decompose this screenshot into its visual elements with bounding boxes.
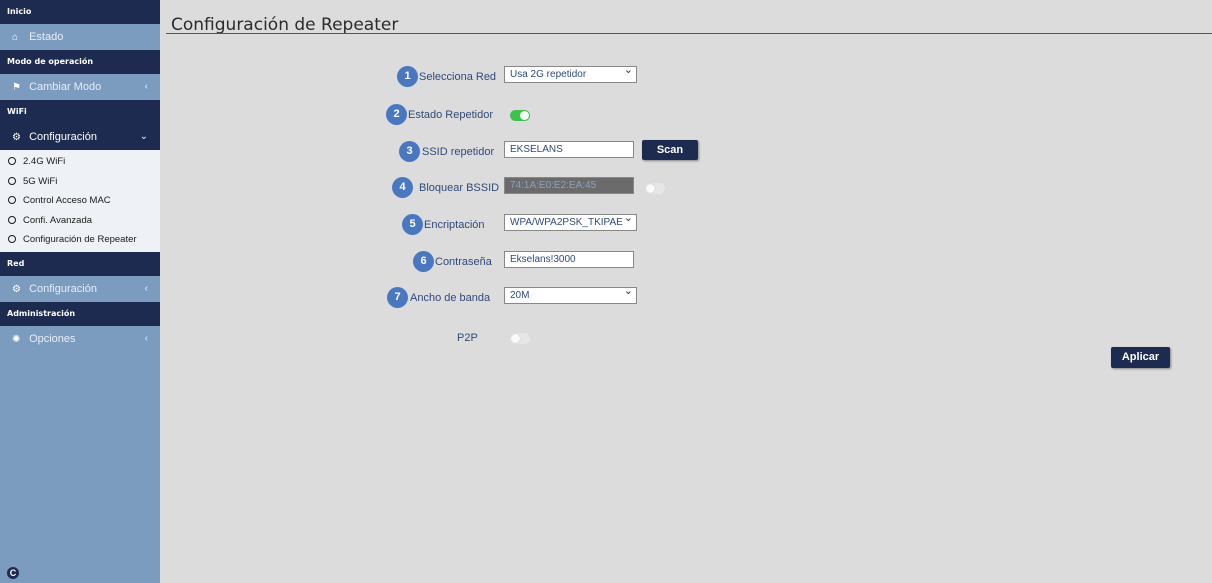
section-header-admin: Administración <box>0 301 160 326</box>
flag-icon: ⚑ <box>12 82 21 93</box>
sidebar-item-red-configuracion[interactable]: ⚙ Configuración ‹ <box>0 276 160 302</box>
submenu-label: Control Acceso MAC <box>23 195 111 206</box>
row-bloquear-bssid: 4 Bloquear BSSID 74:1A:E0:E2:EA:45 <box>160 177 860 201</box>
submenu-item-confi-avanzada[interactable]: Confi. Avanzada <box>0 211 160 231</box>
sidebar-item-label: Configuración <box>29 282 97 295</box>
submenu-item-control-mac[interactable]: Control Acceso MAC <box>0 191 160 211</box>
encriptacion-select[interactable]: WPA/WPA2PSK_TKIPAE <box>504 214 637 231</box>
submenu-label: 5G WiFi <box>23 175 58 187</box>
circle-icon <box>8 157 16 165</box>
network-gear-icon: ⚙ <box>12 283 21 295</box>
row-selecciona-red: 1 Selecciona Red Usa 2G repetidor <box>160 66 860 90</box>
submenu-label: 2.4G WiFi <box>23 156 66 167</box>
ssid-repetidor-input[interactable]: EKSELANS <box>504 141 634 158</box>
step-badge: 1 <box>397 66 418 87</box>
sidebar: Inicio ⌂ Estado Modo de operación ⚑ Camb… <box>0 0 160 583</box>
ancho-de-banda-select[interactable]: 20M <box>504 287 637 304</box>
encriptacion-label: Encriptación <box>424 219 485 231</box>
section-header-wifi: WiFi <box>0 100 160 124</box>
step-badge: 2 <box>386 104 407 125</box>
submenu-item-5g-wifi[interactable]: 5G WiFi <box>0 172 160 192</box>
sidebar-item-cambiar-modo[interactable]: ⚑ Cambiar Modo ‹ <box>0 74 160 100</box>
chevron-down-icon: ⌄ <box>139 131 148 142</box>
home-icon: ⌂ <box>12 32 19 43</box>
wifi-submenu: 2.4G WiFi 5G WiFi Control Acceso MAC Con… <box>0 150 160 252</box>
circle-icon <box>8 235 16 243</box>
step-badge: 6 <box>413 251 434 272</box>
contrasena-input[interactable]: Ekselans!3000 <box>504 251 634 268</box>
bloquear-bssid-input: 74:1A:E0:E2:EA:45 <box>504 177 634 194</box>
sidebar-item-wifi-configuracion[interactable]: ⚙ Configuración ⌄ <box>0 124 160 150</box>
sidebar-item-label: Cambiar Modo <box>29 81 102 93</box>
step-badge: 3 <box>399 141 420 162</box>
title-divider <box>166 33 1212 34</box>
circle-icon <box>8 215 16 224</box>
aplicar-button[interactable]: Aplicar <box>1111 347 1170 368</box>
row-contrasena: 6 Contraseña Ekselans!3000 <box>160 251 860 275</box>
row-ancho-de-banda: 7 Ancho de banda 20M <box>160 287 860 311</box>
chevron-left-icon: ‹ <box>144 332 148 344</box>
step-badge: 4 <box>392 177 413 198</box>
ssid-repetidor-label: SSID repetidor <box>422 146 495 158</box>
ancho-de-banda-label: Ancho de banda <box>410 292 491 304</box>
circle-icon <box>8 196 16 204</box>
submenu-label: Configuración de Repeater <box>23 234 137 245</box>
chevron-left-icon: ‹ <box>144 81 148 92</box>
estado-repetidor-toggle[interactable] <box>510 110 530 121</box>
step-badge: 5 <box>402 214 423 235</box>
scan-button[interactable]: Scan <box>642 140 698 160</box>
submenu-label: Confi. Avanzada <box>23 214 93 226</box>
submenu-item-repeater[interactable]: Configuración de Repeater <box>0 230 160 250</box>
estado-repetidor-label: Estado Repetidor <box>408 109 493 121</box>
gear-icon: ✺ <box>12 333 21 345</box>
chevron-left-icon: ‹ <box>144 282 148 294</box>
section-header-modo: Modo de operación <box>0 50 160 74</box>
submenu-item-24g-wifi[interactable]: 2.4G WiFi <box>0 152 160 172</box>
selecciona-red-label: Selecciona Red <box>419 71 497 83</box>
step-badge: 7 <box>387 287 408 308</box>
sidebar-item-estado[interactable]: ⌂ Estado <box>0 24 160 50</box>
main-content: Configuración de Repeater 1 Selecciona R… <box>160 0 1212 583</box>
section-header-red: Red <box>0 251 160 276</box>
sidebar-item-opciones[interactable]: ✺ Opciones ‹ <box>0 326 160 352</box>
bloquear-bssid-label: Bloquear BSSID <box>419 182 500 194</box>
p2p-toggle[interactable] <box>510 333 530 344</box>
row-encriptacion: 5 Encriptación WPA/WPA2PSK_TKIPAE <box>160 214 860 238</box>
row-p2p: P2P <box>160 327 860 351</box>
contrasena-label: Contraseña <box>435 256 492 268</box>
sidebar-item-label: Estado <box>29 31 64 43</box>
sidebar-item-label: Opciones <box>29 332 76 345</box>
wifi-gear-icon: ⚙ <box>12 132 21 143</box>
bloquear-bssid-toggle[interactable] <box>645 183 665 194</box>
bottom-logo-icon[interactable]: C <box>7 567 19 579</box>
sidebar-item-label: Configuración <box>29 131 97 143</box>
selecciona-red-select[interactable]: Usa 2G repetidor <box>504 66 637 83</box>
row-estado-repetidor: 2 Estado Repetidor <box>160 104 860 128</box>
section-header-inicio: Inicio <box>0 0 160 24</box>
row-ssid-repetidor: 3 SSID repetidor EKSELANS Scan <box>160 140 860 165</box>
p2p-label: P2P <box>457 332 478 344</box>
page-title: Configuración de Repeater <box>171 15 399 35</box>
circle-icon <box>8 176 16 185</box>
